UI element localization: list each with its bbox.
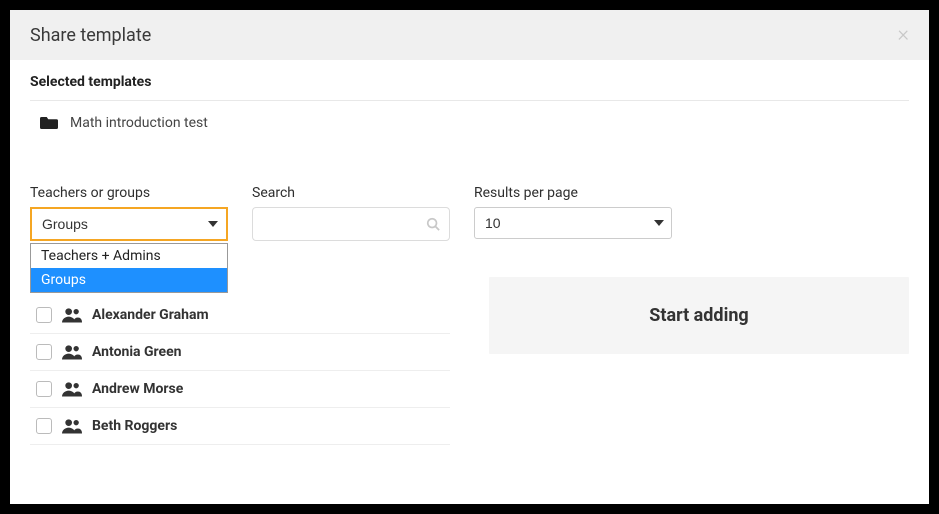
person-checkbox[interactable] xyxy=(36,381,52,397)
people-icon xyxy=(62,418,82,434)
dropdown-option-groups[interactable]: Groups xyxy=(31,268,227,292)
modal-title: Share template xyxy=(30,25,151,46)
dropdown-option-teachers-admins[interactable]: Teachers + Admins xyxy=(31,244,227,268)
selected-templates-heading: Selected templates xyxy=(30,74,909,101)
folder-icon xyxy=(40,115,58,131)
search-input[interactable] xyxy=(252,207,450,241)
person-checkbox[interactable] xyxy=(36,418,52,434)
teachers-groups-dropdown[interactable]: Teachers + Admins Groups xyxy=(30,243,228,293)
list-item[interactable]: Antonia Green xyxy=(30,334,450,371)
teachers-groups-select-input[interactable]: Groups xyxy=(32,209,226,239)
person-name: Antonia Green xyxy=(92,344,182,360)
person-checkbox[interactable] xyxy=(36,307,52,323)
people-list: Alexander Graham Antonia Green Andrew Mo… xyxy=(30,297,450,445)
filter-teachers-groups: Teachers or groups Groups Teachers + Adm… xyxy=(30,185,228,241)
filter-label-search: Search xyxy=(252,185,450,201)
search-icon xyxy=(426,217,440,231)
people-icon xyxy=(62,307,82,323)
close-icon[interactable]: × xyxy=(897,24,909,46)
person-name: Beth Roggers xyxy=(92,418,177,434)
search-wrap xyxy=(252,207,450,241)
list-item[interactable]: Beth Roggers xyxy=(30,408,450,445)
person-name: Alexander Graham xyxy=(92,307,209,323)
modal-body: Selected templates Math introduction tes… xyxy=(10,60,929,459)
lower-row: Alexander Graham Antonia Green Andrew Mo… xyxy=(30,277,909,445)
filters-row: Teachers or groups Groups Teachers + Adm… xyxy=(30,185,909,241)
start-adding-button[interactable]: Start adding xyxy=(489,277,909,354)
person-name: Andrew Morse xyxy=(92,381,183,397)
template-name: Math introduction test xyxy=(70,115,208,131)
filter-label-teachers-groups: Teachers or groups xyxy=(30,185,228,201)
results-per-page-select-input[interactable]: 10 xyxy=(474,207,672,239)
people-icon xyxy=(62,381,82,397)
filter-label-rpp: Results per page xyxy=(474,185,672,201)
teachers-groups-select[interactable]: Groups Teachers + Admins Groups xyxy=(30,207,228,241)
action-panel: Start adding xyxy=(474,277,909,354)
people-icon xyxy=(62,344,82,360)
list-item[interactable]: Andrew Morse xyxy=(30,371,450,408)
filter-search: Search xyxy=(252,185,450,241)
filter-results-per-page: Results per page 10 xyxy=(474,185,672,241)
modal-header: Share template × xyxy=(10,10,929,60)
results-per-page-select[interactable]: 10 xyxy=(474,207,672,239)
template-row: Math introduction test xyxy=(30,111,909,137)
list-item[interactable]: Alexander Graham xyxy=(30,297,450,334)
person-checkbox[interactable] xyxy=(36,344,52,360)
modal-frame: Share template × Selected templates Math… xyxy=(0,0,939,514)
